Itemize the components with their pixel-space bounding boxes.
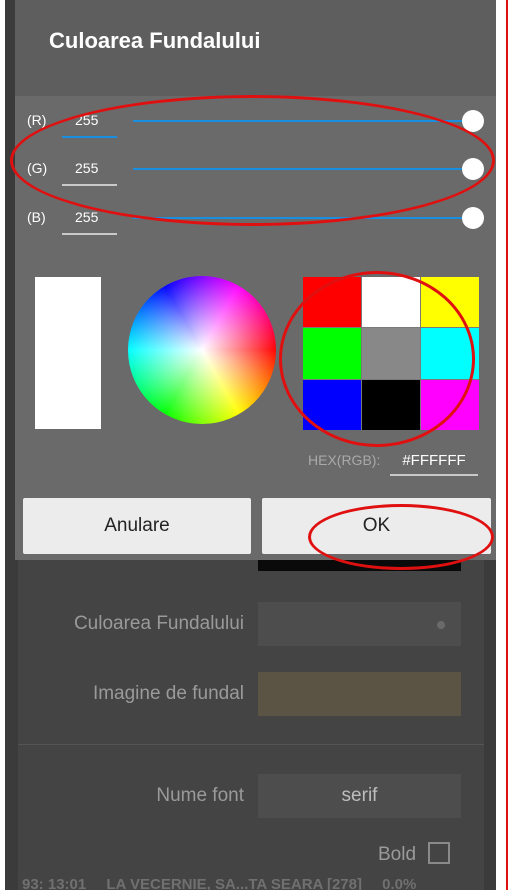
status-time: 93: 13:01 (22, 876, 87, 890)
palette-cell-white[interactable] (362, 277, 420, 328)
palette-cell-red[interactable] (303, 277, 361, 328)
setting-row-background-color[interactable]: Culoarea Fundalului (18, 594, 484, 654)
green-value-input[interactable]: 255 (62, 160, 117, 176)
divider (18, 744, 484, 745)
setting-row-background-image[interactable]: Imagine de fundal (18, 664, 484, 724)
bold-checkbox[interactable] (428, 842, 450, 864)
red-slider-thumb[interactable] (462, 110, 484, 132)
hex-value-input[interactable]: #FFFFFF (390, 452, 478, 469)
hex-label: HEX(RGB): (308, 452, 381, 468)
palette-cell-magenta[interactable] (421, 379, 479, 430)
annotation-red-line (506, 0, 508, 890)
background-color-field[interactable] (258, 602, 461, 646)
green-slider[interactable] (133, 168, 473, 170)
setting-label-font-name: Nume font (156, 785, 244, 806)
palette-cell-cyan[interactable] (421, 328, 479, 379)
status-title: LA VECERNIE, SA...TA SEARA [278] (106, 876, 362, 890)
status-percent: 0.0% (382, 876, 417, 890)
status-bar: 93: 13:01 LA VECERNIE, SA...TA SEARA [27… (22, 876, 492, 890)
palette-cell-yellow[interactable] (421, 277, 479, 328)
red-slider[interactable] (133, 120, 473, 122)
green-channel-row: (G) 255 (15, 148, 496, 192)
palette-cell-green[interactable] (303, 328, 361, 379)
cancel-button[interactable]: Anulare (23, 498, 251, 554)
dialog-title-bar: Culoarea Fundalului (15, 0, 496, 96)
screen: Culoarea Fundalului Imagine de fundal Nu… (0, 0, 514, 890)
blue-input-underline (62, 233, 117, 235)
red-input-underline (62, 136, 117, 138)
palette-cell-black[interactable] (362, 379, 420, 430)
blue-label: (B) (27, 209, 46, 225)
color-dot-icon (437, 621, 445, 629)
bold-label: Bold (378, 844, 417, 865)
background-image-field[interactable] (258, 672, 461, 716)
dialog-title: Culoarea Fundalului (49, 28, 261, 53)
red-value-input[interactable]: 255 (62, 112, 117, 128)
red-label: (R) (27, 112, 47, 128)
palette-cell-blue[interactable] (303, 379, 361, 430)
blue-slider-thumb[interactable] (462, 207, 484, 229)
setting-label-background-color: Culoarea Fundalului (73, 613, 244, 634)
green-label: (G) (27, 160, 48, 176)
setting-label-background-image: Imagine de fundal (92, 683, 244, 704)
hex-input-underline (390, 474, 478, 476)
color-picker-dialog: Culoarea Fundalului (R) 255 (G) 255 (B) … (15, 0, 496, 560)
ok-button[interactable]: OK (262, 498, 491, 554)
blue-slider[interactable] (133, 217, 473, 219)
font-name-field[interactable]: serif (258, 774, 461, 818)
color-preview-swatch (35, 277, 101, 429)
blue-channel-row: (B) 255 (15, 197, 496, 241)
preset-color-palette (303, 277, 479, 430)
red-channel-row: (R) 255 (15, 100, 496, 144)
green-input-underline (62, 184, 117, 186)
green-slider-thumb[interactable] (462, 158, 484, 180)
palette-cell-gray[interactable] (362, 328, 420, 379)
blue-value-input[interactable]: 255 (62, 209, 117, 225)
color-wheel[interactable] (128, 276, 276, 424)
color-wheel-center (128, 276, 276, 424)
setting-row-font-name[interactable]: Nume font serif (18, 766, 484, 826)
